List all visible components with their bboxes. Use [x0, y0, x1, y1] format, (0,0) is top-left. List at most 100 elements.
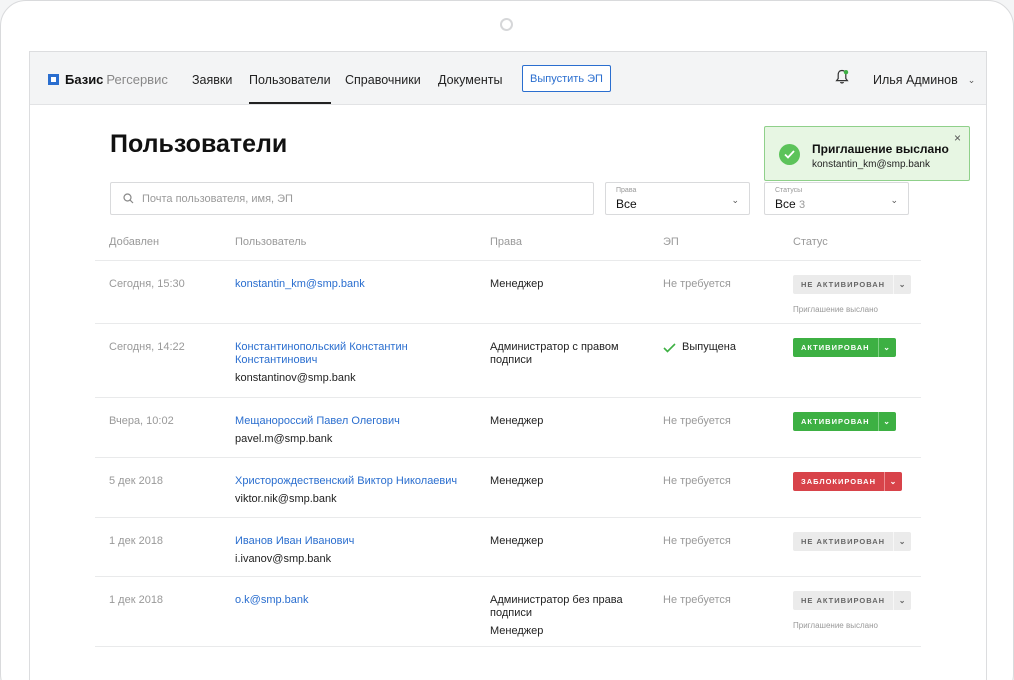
status-cell: НЕ АКТИВИРОВАН ⌄ Приглашение выслано	[793, 275, 912, 316]
user-email-link[interactable]: o.k@smp.bank	[235, 594, 465, 607]
user-cell: Мещанороссий Павел Олегович pavel.m@smp.…	[235, 415, 465, 446]
ep-status: Не требуется	[663, 415, 731, 427]
rights-value-secondary: Менеджер	[490, 625, 544, 637]
status-filter-count: 3	[799, 199, 806, 211]
status-cell: АКТИВИРОВАН ⌄	[793, 338, 896, 357]
rights-value: Менеджер	[490, 475, 544, 487]
rights-filter-select[interactable]: Права Все ⌄	[605, 182, 750, 215]
added-date: Сегодня, 15:30	[109, 278, 185, 290]
ep-status: Не требуется	[663, 278, 731, 290]
user-cell: konstantin_km@smp.bank	[235, 278, 465, 291]
table-row[interactable]: 1 дек 2018 o.k@smp.bank Администратор бе…	[95, 576, 921, 647]
user-name-link[interactable]: Христорождественский Виктор Николаевич	[235, 475, 465, 488]
added-date: 1 дек 2018	[109, 594, 164, 606]
status-note: Приглашение выслано	[793, 305, 878, 314]
ep-status: Не требуется	[663, 475, 731, 487]
chevron-down-icon: ⌄	[893, 532, 911, 551]
table-row[interactable]: 5 дек 2018 Христорождественский Виктор Н…	[95, 457, 921, 517]
status-filter-text: Все	[775, 197, 796, 211]
issue-ep-button[interactable]: Выпустить ЭП	[522, 65, 611, 92]
rights-value: Менеджер	[490, 415, 544, 427]
chevron-down-icon: ⌄	[877, 412, 896, 431]
table-row[interactable]: Сегодня, 15:30 konstantin_km@smp.bank Ме…	[95, 260, 921, 323]
close-icon[interactable]: ×	[954, 131, 961, 145]
chevron-down-icon: ⌄	[890, 195, 898, 205]
status-badge: АКТИВИРОВАН	[801, 343, 870, 352]
user-menu[interactable]: Илья Админов ⌄	[873, 73, 975, 87]
camera-dot	[500, 18, 513, 31]
user-name-link[interactable]: Мещанороссий Павел Олегович	[235, 415, 465, 428]
table-row[interactable]: 1 дек 2018 Иванов Иван Иванович i.ivanov…	[95, 517, 921, 576]
nav-item-users[interactable]: Пользователи	[249, 73, 331, 104]
status-cell: АКТИВИРОВАН ⌄	[793, 412, 896, 431]
status-dropdown-button[interactable]: АКТИВИРОВАН ⌄	[793, 412, 896, 431]
search-field[interactable]	[110, 182, 594, 215]
nav-item-documents[interactable]: Документы	[438, 73, 502, 87]
ep-cell: Не требуется	[663, 415, 731, 428]
chevron-down-icon: ⌄	[877, 338, 896, 357]
status-badge: НЕ АКТИВИРОВАН	[801, 537, 886, 546]
notification-toast: Приглашение выслано konstantin_km@smp.ba…	[764, 126, 970, 181]
user-email-link[interactable]: konstantin_km@smp.bank	[235, 278, 465, 291]
column-header-status[interactable]: Статус	[793, 236, 828, 248]
chevron-down-icon: ⌄	[731, 195, 739, 205]
user-name-link[interactable]: Иванов Иван Иванович	[235, 535, 465, 548]
user-email: pavel.m@smp.bank	[235, 433, 333, 445]
user-cell: o.k@smp.bank	[235, 594, 465, 607]
column-header-user[interactable]: Пользователь	[235, 236, 306, 248]
added-date: Вчера, 10:02	[109, 415, 174, 427]
check-icon	[663, 342, 676, 353]
status-dropdown-button[interactable]: АКТИВИРОВАН ⌄	[793, 338, 896, 357]
status-cell: ЗАБЛОКИРОВАН ⌄	[793, 472, 902, 491]
status-filter-value: Все 3	[775, 197, 898, 211]
brand-suffix: Регсервис	[106, 72, 168, 87]
rights-cell: Администратор без права подписи Менеджер	[490, 594, 630, 638]
added-date: Сегодня, 14:22	[109, 341, 185, 353]
status-dropdown-button[interactable]: НЕ АКТИВИРОВАН ⌄	[793, 591, 912, 610]
chevron-down-icon: ⌄	[893, 275, 911, 294]
status-filter-select[interactable]: Статусы Все 3 ⌄	[764, 182, 909, 215]
rights-cell: Менеджер	[490, 535, 640, 548]
column-header-rights[interactable]: Права	[490, 236, 522, 248]
status-badge: АКТИВИРОВАН	[801, 417, 870, 426]
user-name-link[interactable]: Константинопольский Константин Константи…	[235, 341, 425, 367]
rights-filter-value: Все	[616, 197, 637, 211]
search-input[interactable]	[142, 192, 562, 205]
ep-cell: Не требуется	[663, 535, 731, 548]
status-dropdown-button[interactable]: НЕ АКТИВИРОВАН ⌄	[793, 275, 912, 294]
search-icon	[123, 193, 134, 204]
table-row[interactable]: Сегодня, 14:22 Константинопольский Конст…	[95, 323, 921, 397]
tablet-frame: Базис Регсервис Заявки Пользователи Спра…	[0, 0, 1014, 680]
chevron-down-icon: ⌄	[884, 472, 902, 491]
column-header-added[interactable]: Добавлен	[109, 236, 159, 248]
status-dropdown-button[interactable]: ЗАБЛОКИРОВАН ⌄	[793, 472, 902, 491]
toast-title: Приглашение выслано	[812, 142, 949, 156]
chevron-down-icon: ⌄	[967, 74, 976, 85]
rights-value: Администратор без права подписи	[490, 594, 623, 619]
column-header-ep[interactable]: ЭП	[663, 236, 679, 248]
user-cell: Христорождественский Виктор Николаевич v…	[235, 475, 465, 506]
table-row[interactable]: Вчера, 10:02 Мещанороссий Павел Олегович…	[95, 397, 921, 457]
top-navigation-bar: Базис Регсервис Заявки Пользователи Спра…	[30, 52, 986, 105]
page-title: Пользователи	[110, 130, 288, 158]
rights-value: Менеджер	[490, 278, 544, 290]
brand-logo[interactable]: Базис Регсервис	[48, 72, 168, 87]
bell-icon[interactable]	[835, 69, 849, 85]
nav-item-requests[interactable]: Заявки	[192, 73, 232, 87]
rights-value: Администратор с правом подписи	[490, 341, 619, 366]
chevron-down-icon: ⌄	[893, 591, 911, 610]
nav-item-directories[interactable]: Справочники	[345, 73, 421, 87]
success-check-icon	[779, 144, 800, 165]
ep-status: Не требуется	[663, 594, 731, 606]
ep-status: Не требуется	[663, 535, 731, 547]
user-email: viktor.nik@smp.bank	[235, 493, 337, 505]
app-screen: Базис Регсервис Заявки Пользователи Спра…	[29, 51, 987, 680]
status-dropdown-button[interactable]: НЕ АКТИВИРОВАН ⌄	[793, 532, 912, 551]
ep-cell: Не требуется	[663, 475, 731, 488]
status-badge: НЕ АКТИВИРОВАН	[801, 280, 886, 289]
rights-cell: Менеджер	[490, 475, 640, 488]
status-note: Приглашение выслано	[793, 621, 878, 630]
status-cell: НЕ АКТИВИРОВАН ⌄ Приглашение выслано	[793, 591, 912, 632]
user-name: Илья Админов	[873, 73, 958, 87]
user-email: i.ivanov@smp.bank	[235, 553, 332, 565]
